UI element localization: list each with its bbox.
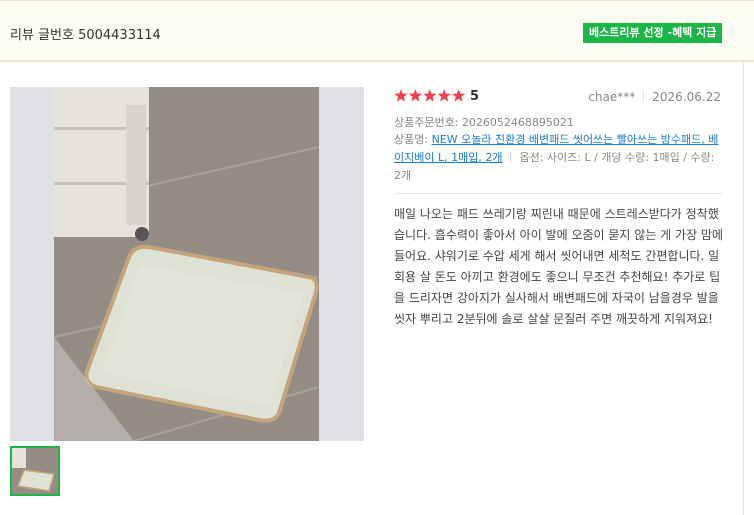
photo-thumbnail[interactable]	[10, 446, 60, 496]
review-meta: chae*** 2026.06.22	[588, 90, 721, 104]
review-header: 리뷰 글번호 5004433114 베스트리뷰 선정 -혜택 지급	[0, 0, 754, 62]
review-body: 매일 나오는 패드 쓰레기랑 찌린내 때문에 스트레스받다가 정착했습니다. 흡…	[394, 207, 724, 326]
thumbnail-image	[12, 448, 58, 494]
option-separator	[510, 152, 512, 161]
star-rating	[394, 89, 466, 102]
meta-separator	[643, 91, 645, 101]
panel-divider	[743, 62, 744, 515]
product-info: 상품명: NEW 오놀라 친환경 배변패드 씻어쓰는 빨아쓰는 방수패드, 베이…	[394, 131, 722, 185]
review-photo[interactable]	[10, 87, 364, 441]
review-date: 2026.06.22	[652, 90, 721, 104]
content-divider	[394, 193, 722, 194]
bath-mat-image	[54, 87, 319, 441]
best-review-badge: 베스트리뷰 선정 -혜택 지급	[583, 23, 723, 43]
order-number: 상품주문번호: 2026052468895021	[394, 116, 574, 129]
product-prefix: 상품명:	[394, 133, 429, 146]
rating-value: 5	[470, 89, 480, 104]
review-number: 리뷰 글번호 5004433114	[10, 28, 161, 43]
author-name: chae***	[588, 90, 636, 104]
